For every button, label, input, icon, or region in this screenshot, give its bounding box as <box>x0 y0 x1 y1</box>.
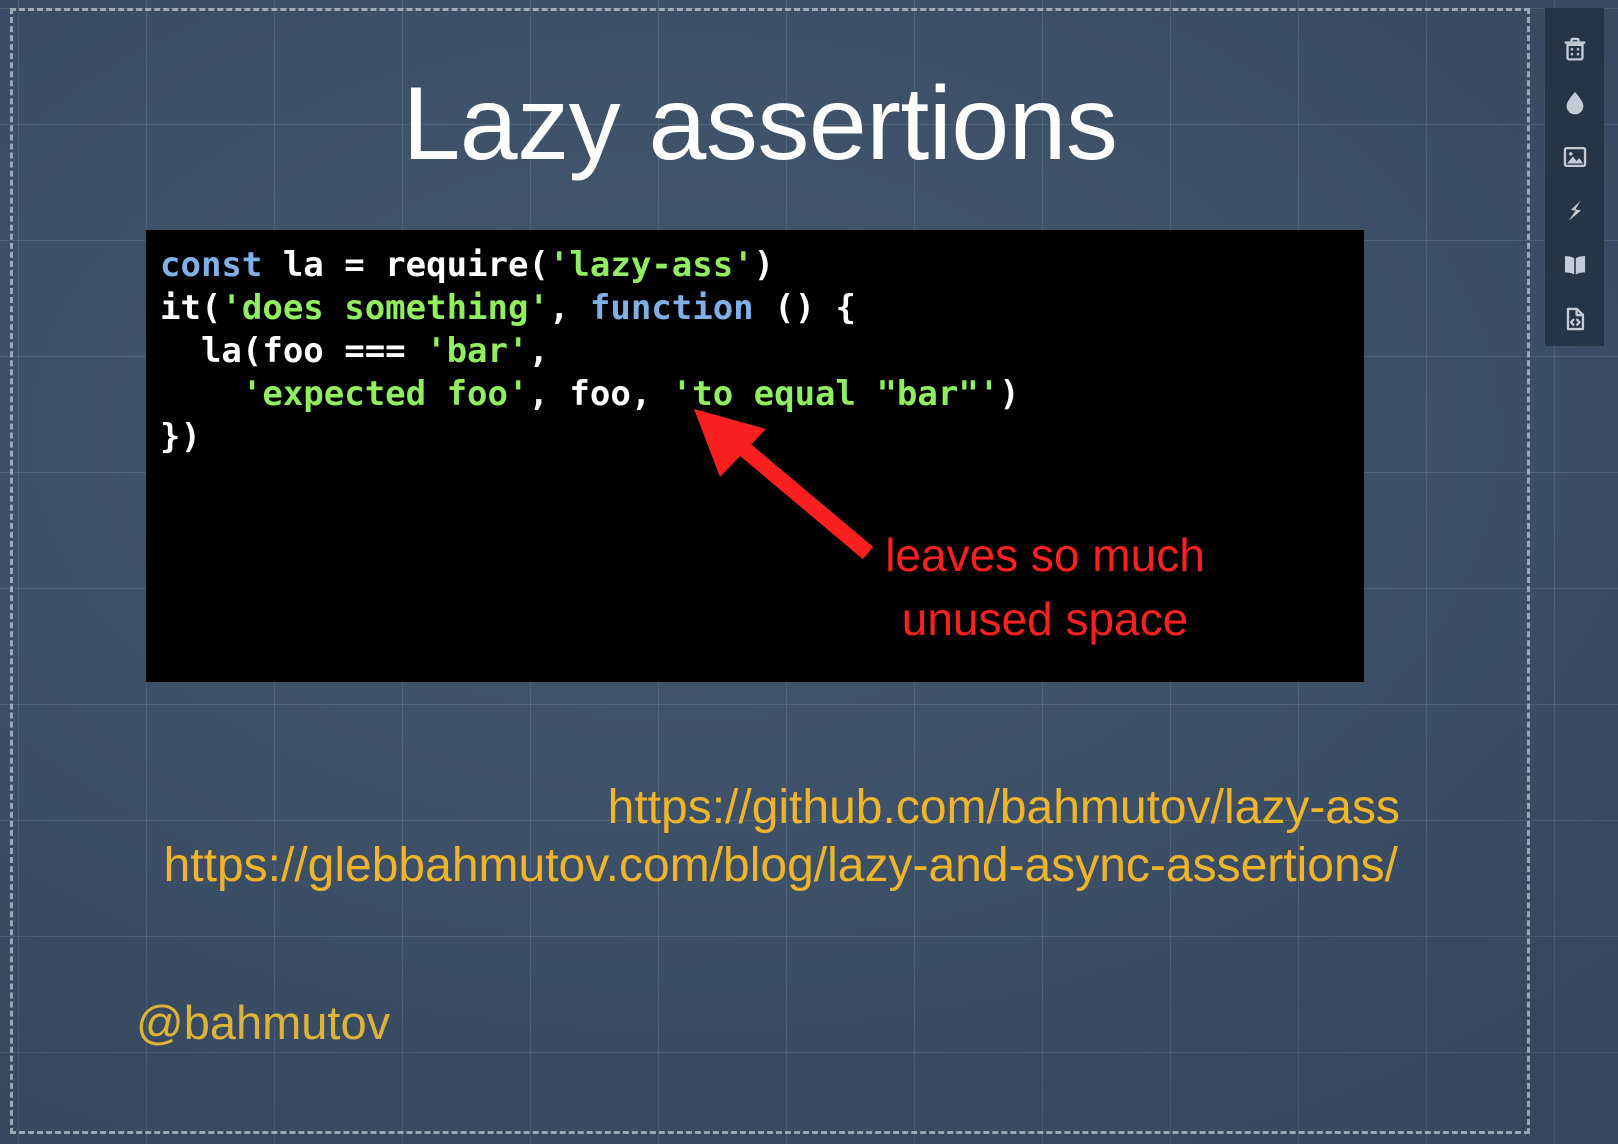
annotation-line-2: unused space <box>901 593 1189 645</box>
trash-icon[interactable] <box>1545 22 1604 76</box>
presentation-slide: Lazy assertions const la = require('lazy… <box>0 0 1618 1144</box>
tool-sidebar <box>1545 8 1604 346</box>
code-file-icon[interactable] <box>1545 292 1604 346</box>
annotation-text: leaves so much unused space <box>840 523 1250 651</box>
droplet-icon[interactable] <box>1545 76 1604 130</box>
annotation-line-1: leaves so much <box>885 529 1205 581</box>
slide-title: Lazy assertions <box>402 66 1118 182</box>
lightning-bolt-icon[interactable] <box>1545 184 1604 238</box>
open-book-icon[interactable] <box>1545 238 1604 292</box>
code-text: const la = require('lazy-ass') it('does … <box>160 245 1020 457</box>
image-icon[interactable] <box>1545 130 1604 184</box>
author-handle: @bahmutov <box>136 996 391 1049</box>
repo-link[interactable]: https://github.com/bahmutov/lazy-ass <box>0 780 1400 836</box>
blog-link[interactable]: https://glebbahmutov.com/blog/lazy-and-a… <box>0 838 1398 894</box>
